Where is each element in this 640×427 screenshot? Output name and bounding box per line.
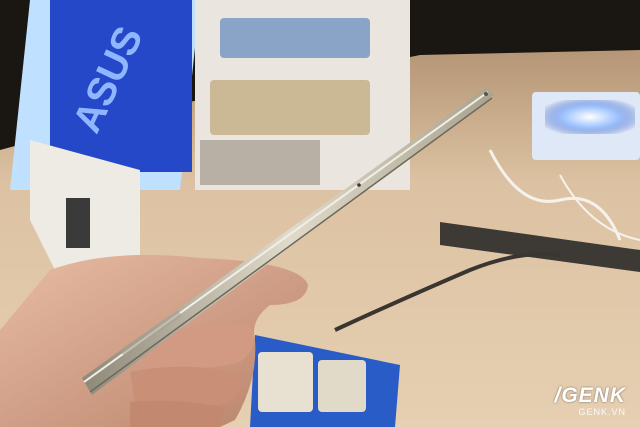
photo-illustration: ASUS xyxy=(0,0,640,427)
watermark-logo: /GENK xyxy=(554,384,626,407)
photo-scene: ASUS /GENK GENK.VN xyxy=(0,0,640,427)
watermark-url: GENK.VN xyxy=(578,407,626,417)
genk-watermark: /GENK GENK.VN xyxy=(554,384,626,418)
display-stand xyxy=(195,0,410,190)
